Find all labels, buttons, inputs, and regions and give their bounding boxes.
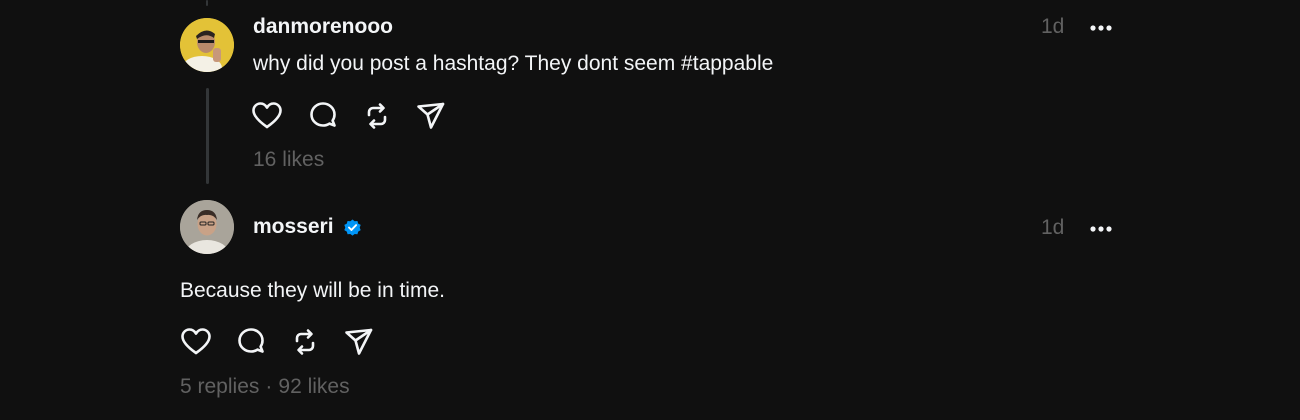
post-text: Because they will be in time. (180, 279, 445, 302)
heart-icon[interactable] (251, 100, 283, 132)
post-actions (180, 326, 380, 358)
post-stats: 5 replies · 92 likes (180, 375, 350, 399)
repost-icon[interactable] (361, 100, 393, 132)
reply-likes[interactable]: 16 likes (253, 148, 324, 172)
likes-count[interactable]: 92 likes (278, 375, 349, 398)
avatar-mosseri[interactable] (180, 200, 234, 254)
share-icon[interactable] (343, 326, 375, 358)
reply-actions (251, 100, 451, 132)
reply-username[interactable]: danmorenooo (253, 15, 393, 39)
replies-count[interactable]: 5 replies (180, 375, 259, 398)
post-username[interactable]: mosseri (253, 215, 334, 239)
comment-icon[interactable] (235, 326, 267, 358)
thread-line-top (206, 0, 208, 6)
reply-text: why did you post a hashtag? They dont se… (253, 52, 774, 75)
more-icon[interactable] (1089, 22, 1113, 34)
post-timestamp: 1d (1041, 216, 1065, 239)
more-icon[interactable] (1089, 223, 1113, 235)
repost-icon[interactable] (289, 326, 321, 358)
stats-separator: · (265, 375, 273, 398)
share-icon[interactable] (415, 100, 447, 132)
avatar-danmorenooo[interactable] (180, 18, 234, 72)
comment-icon[interactable] (307, 100, 339, 132)
reply-timestamp: 1d (1041, 15, 1065, 38)
heart-icon[interactable] (180, 326, 212, 358)
verified-badge-icon (344, 219, 361, 236)
thread-connector-line (206, 88, 209, 184)
person-avatar-photo-icon (180, 200, 234, 254)
person-avatar-yellow-icon (180, 18, 234, 72)
